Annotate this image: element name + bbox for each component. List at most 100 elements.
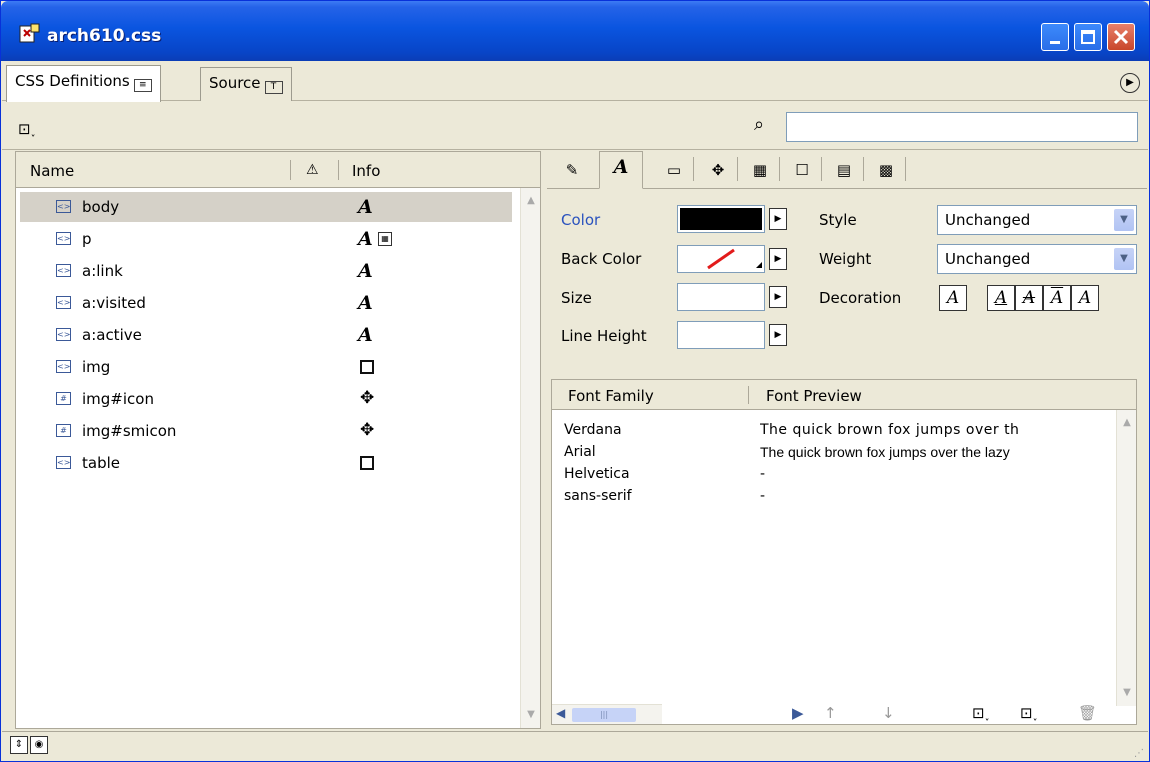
minimize-button[interactable]: [1041, 23, 1069, 51]
scroll-right-icon[interactable]: ▶: [792, 704, 804, 722]
move-up-icon[interactable]: ↑: [824, 704, 837, 722]
background-category-icon[interactable]: ▭: [659, 155, 689, 185]
list-icon: ≡: [133, 79, 152, 92]
rule-list-scrollbar[interactable]: ▲ ▼: [520, 188, 540, 728]
box-category-icon[interactable]: ☐: [787, 155, 817, 185]
box-icon: [360, 360, 374, 374]
line-height-label: Line Height: [561, 327, 647, 345]
column-header-name[interactable]: Name: [30, 162, 74, 180]
title-bar[interactable]: arch610.css: [1, 1, 1149, 61]
rule-row-img-smicon[interactable]: # img#smicon ✥: [20, 416, 512, 446]
close-button[interactable]: [1107, 23, 1135, 51]
trash-icon[interactable]: 🗑: [1078, 704, 1097, 722]
move-down-icon[interactable]: ↓: [882, 704, 895, 722]
color-fill: [680, 208, 762, 230]
back-color-flyout-button[interactable]: ▶: [769, 248, 787, 270]
box-icon: [360, 456, 374, 470]
color-swatch[interactable]: [677, 205, 765, 233]
column-header-font-family[interactable]: Font Family: [568, 387, 654, 405]
rule-row-body[interactable]: <> body A: [20, 192, 512, 222]
size-input[interactable]: [677, 283, 765, 311]
column-header-font-preview[interactable]: Font Preview: [766, 387, 862, 405]
rule-row-table[interactable]: <> table: [20, 448, 512, 478]
column-separator: [748, 386, 749, 404]
tag-selector-icon: <>: [56, 232, 71, 245]
block-category-icon[interactable]: ▦: [745, 155, 775, 185]
font-preview: -: [760, 466, 766, 482]
decoration-none-button[interactable]: A: [939, 285, 967, 311]
scroll-thumb[interactable]: |||: [572, 708, 636, 722]
tab-source[interactable]: Source T: [200, 67, 292, 101]
chevron-down-icon[interactable]: ▼: [1114, 248, 1134, 270]
search-icon[interactable]: ⌕: [754, 114, 764, 135]
new-font-group-icon[interactable]: ⊡˯: [972, 704, 990, 722]
pencil-icon[interactable]: ✎: [557, 155, 587, 185]
window-title: arch610.css: [47, 26, 162, 46]
maximize-button[interactable]: [1074, 23, 1102, 51]
scroll-down-icon[interactable]: ▼: [523, 706, 539, 724]
font-row[interactable]: Arial The quick brown fox jumps over the…: [552, 442, 1112, 464]
weight-value: Unchanged: [945, 250, 1031, 268]
line-height-input[interactable]: [677, 321, 765, 349]
font-row[interactable]: sans-serif -: [552, 486, 1112, 508]
new-rule-icon[interactable]: ⊡˯: [18, 120, 36, 138]
back-color-swatch[interactable]: [677, 245, 765, 273]
search-input[interactable]: [786, 112, 1138, 142]
tab-separator: [693, 157, 694, 181]
font-category-icon[interactable]: A: [599, 151, 643, 189]
eye-icon[interactable]: ◉: [30, 736, 48, 754]
add-font-icon[interactable]: ⊡˯: [1020, 704, 1038, 722]
decoration-blink-button[interactable]: A: [1071, 285, 1099, 311]
text-style-icon: A: [358, 228, 373, 250]
position-category-icon[interactable]: ✥: [703, 155, 733, 185]
scroll-up-icon[interactable]: ▲: [523, 192, 539, 210]
properties-pane: ✎ A ▭ ✥ ▦ ☐ ▤ ▩ Color Back Color Size Li…: [547, 151, 1147, 729]
decoration-overline-button[interactable]: A: [1043, 285, 1071, 311]
font-table-horizontal-scrollbar[interactable]: ◀ |||: [552, 704, 662, 724]
style-select[interactable]: Unchanged ▼: [937, 205, 1137, 235]
rule-row-img[interactable]: <> img: [20, 352, 512, 382]
rule-list-header: Name ⚠ Info: [16, 152, 540, 188]
font-preview: The quick brown fox jumps over th: [760, 422, 1020, 438]
size-flyout-button[interactable]: ▶: [769, 286, 787, 308]
font-row[interactable]: Verdana The quick brown fox jumps over t…: [552, 420, 1112, 442]
rule-row-a-active[interactable]: <> a:active A: [20, 320, 512, 350]
scroll-left-icon[interactable]: ◀: [556, 706, 565, 720]
decoration-strikethrough-button[interactable]: A: [1015, 285, 1043, 311]
size-label: Size: [561, 289, 592, 307]
rule-row-img-icon[interactable]: # img#icon ✥: [20, 384, 512, 414]
font-table-header: Font Family Font Preview: [552, 380, 1136, 410]
collapse-toggle-icon[interactable]: ⇕: [10, 736, 28, 754]
scroll-down-icon[interactable]: ▼: [1119, 684, 1135, 702]
warning-column-icon[interactable]: ⚠: [306, 162, 319, 178]
rule-name: a:visited: [82, 294, 146, 312]
decoration-underline-button[interactable]: A: [987, 285, 1015, 311]
tab-label: CSS Definitions: [15, 72, 130, 90]
minimize-icon: [1050, 41, 1060, 44]
chevron-down-icon[interactable]: ▼: [1114, 209, 1134, 231]
rule-row-a-visited[interactable]: <> a:visited A: [20, 288, 512, 318]
rule-list-pane: Name ⚠ Info <> body A <> p A ▦ <> a:link…: [15, 151, 541, 729]
color-flyout-button[interactable]: ▶: [769, 208, 787, 230]
font-row[interactable]: Helvetica -: [552, 464, 1112, 486]
rule-row-a-link[interactable]: <> a:link A: [20, 256, 512, 286]
list-category-icon[interactable]: ▤: [829, 155, 859, 185]
property-category-tabs: ✎ A ▭ ✥ ▦ ☐ ▤ ▩: [547, 151, 1147, 189]
tab-separator: [863, 157, 864, 181]
weight-select[interactable]: Unchanged ▼: [937, 244, 1137, 274]
resize-grip-icon[interactable]: ⋰: [1134, 748, 1144, 759]
extensions-category-icon[interactable]: ▩: [871, 155, 901, 185]
scroll-up-icon[interactable]: ▲: [1119, 414, 1135, 432]
font-table-vertical-scrollbar[interactable]: ▲ ▼: [1116, 410, 1136, 706]
css-file-icon: [19, 23, 40, 43]
tab-css-definitions[interactable]: CSS Definitions ≡: [6, 65, 161, 102]
font-family-table: Font Family Font Preview Verdana The qui…: [551, 379, 1137, 725]
rule-name: img#icon: [82, 390, 154, 408]
options-menu-icon[interactable]: ▶: [1120, 73, 1140, 93]
css-editor-window: arch610.css CSS Definitions ≡ Source T ▶ ⊡…: [0, 0, 1150, 762]
text-style-icon: A: [358, 324, 373, 346]
rule-name: img: [82, 358, 111, 376]
column-header-info[interactable]: Info: [352, 162, 380, 180]
line-height-flyout-button[interactable]: ▶: [769, 324, 787, 346]
rule-row-p[interactable]: <> p A ▦: [20, 224, 512, 254]
